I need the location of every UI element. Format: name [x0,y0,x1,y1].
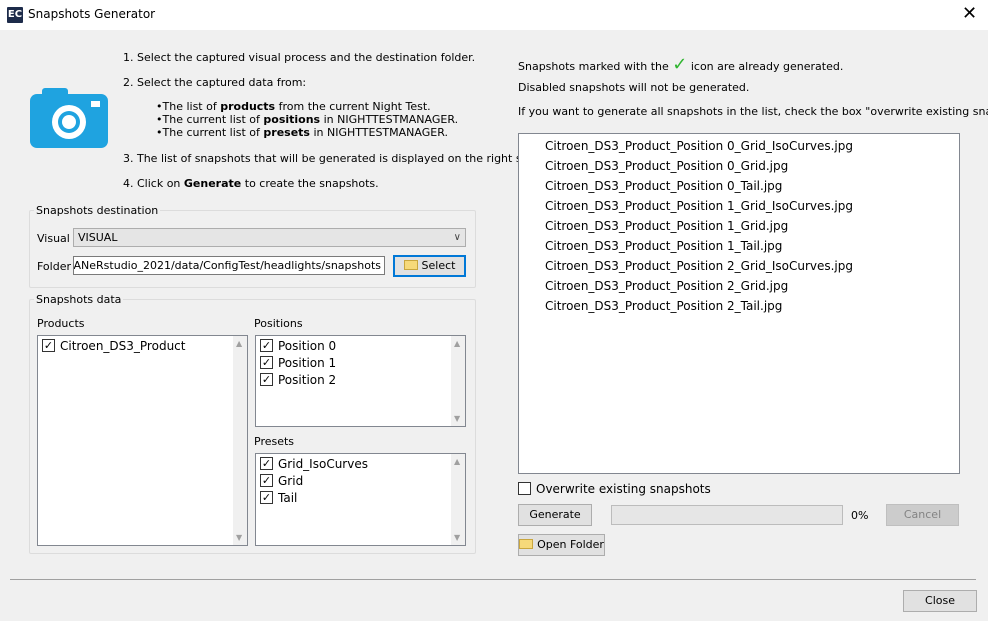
destination-group-title: Snapshots destination [34,204,161,217]
preset-item[interactable]: ✓ Grid_IsoCurves [260,457,368,474]
position-item[interactable]: ✓ Position 2 [260,373,336,390]
positions-label: Positions [254,317,303,330]
folder-icon [403,260,418,270]
bullet-positions: •The current list of positions in NIGHTT… [156,113,459,126]
select-folder-button[interactable]: Select [393,255,466,277]
visual-label: Visual [37,232,70,245]
overwrite-checkbox-row[interactable]: Overwrite existing snapshots [518,482,711,499]
snapshots-list[interactable]: Citroen_DS3_Product_Position 0_Grid_IsoC… [518,133,960,474]
position-item[interactable]: ✓ Position 1 [260,356,336,373]
title-bar: EC Snapshots Generator ✕ [0,0,988,30]
camera-icon [30,88,108,148]
cancel-button[interactable]: Cancel [886,504,959,526]
progress-bar [611,505,843,525]
presets-label: Presets [254,435,295,448]
overwrite-checkbox[interactable] [518,482,531,495]
instruction-step1: 1. Select the captured visual process an… [123,51,476,64]
preset-item[interactable]: ✓ Tail [260,491,297,508]
checkbox-checked[interactable]: ✓ [260,373,273,386]
chevron-down-icon: ∨ [453,232,461,243]
info-overwrite: If you want to generate all snapshots in… [518,105,988,118]
checkmark-icon: ✓ [672,54,688,75]
folder-icon [519,539,534,549]
generate-button[interactable]: Generate [518,504,592,526]
bullet-presets: •The current list of presets in NIGHTTES… [156,126,448,139]
progress-percent: 0% [851,509,869,522]
checkbox-checked[interactable]: ✓ [260,491,273,504]
close-button[interactable]: Close [903,590,977,612]
visual-select-value: VISUAL [78,231,118,244]
snapshot-item[interactable]: Citroen_DS3_Product_Position 2_Grid_IsoC… [545,259,853,273]
checkbox-checked[interactable]: ✓ [260,356,273,369]
footer-separator [10,579,976,580]
snapshot-item[interactable]: Citroen_DS3_Product_Position 2_Grid.jpg [545,279,788,293]
checkbox-checked[interactable]: ✓ [260,339,273,352]
products-list[interactable]: ✓ Citroen_DS3_Product ▲ ▼ [37,335,248,546]
positions-scrollbar[interactable]: ▲ ▼ [451,336,465,426]
snapshot-item[interactable]: Citroen_DS3_Product_Position 0_Grid_IsoC… [545,139,853,153]
position-item[interactable]: ✓ Position 0 [260,339,336,356]
instruction-step3: 3. The list of snapshots that will be ge… [123,152,542,165]
scroll-up-icon[interactable]: ▲ [454,339,460,348]
checkbox-checked[interactable]: ✓ [42,339,55,352]
instruction-step4: 4. Click on Generate to create the snaps… [123,177,379,190]
bullet-products: •The list of products from the current N… [156,100,431,113]
product-item[interactable]: ✓ Citroen_DS3_Product [42,339,185,356]
folder-path-input[interactable]: ion/SCANeRstudio_2021/data/ConfigTest/he… [73,256,385,275]
snapshot-item[interactable]: Citroen_DS3_Product_Position 1_Grid_IsoC… [545,199,853,213]
folder-label: Folder [37,260,71,273]
data-group-title: Snapshots data [34,293,124,306]
preset-item[interactable]: ✓ Grid [260,474,303,491]
info-disabled: Disabled snapshots will not be generated… [518,81,750,94]
app-icon: EC [7,7,23,23]
snapshot-item[interactable]: Citroen_DS3_Product_Position 0_Grid.jpg [545,159,788,173]
scroll-up-icon[interactable]: ▲ [454,457,460,466]
visual-select[interactable]: VISUAL ∨ [73,228,466,247]
products-scrollbar[interactable]: ▲ ▼ [233,336,247,545]
scroll-down-icon[interactable]: ▼ [236,533,242,542]
window-title: Snapshots Generator [28,7,156,21]
close-window-icon[interactable]: ✕ [962,3,977,24]
open-folder-button[interactable]: Open Folder [518,534,605,556]
positions-list[interactable]: ✓ Position 0 ✓ Position 1 ✓ Position 2 ▲ ▼ [255,335,466,427]
checkbox-checked[interactable]: ✓ [260,474,273,487]
scroll-down-icon[interactable]: ▼ [454,533,460,542]
info-generated: Snapshots marked with the ✓ icon are alr… [518,54,844,75]
instruction-step2: 2. Select the captured data from: [123,76,307,89]
checkbox-checked[interactable]: ✓ [260,457,273,470]
snapshot-item[interactable]: Citroen_DS3_Product_Position 2_Tail.jpg [545,299,782,313]
presets-scrollbar[interactable]: ▲ ▼ [451,454,465,545]
scroll-down-icon[interactable]: ▼ [454,414,460,423]
snapshot-item[interactable]: Citroen_DS3_Product_Position 0_Tail.jpg [545,179,782,193]
products-label: Products [37,317,85,330]
presets-list[interactable]: ✓ Grid_IsoCurves ✓ Grid ✓ Tail ▲ ▼ [255,453,466,546]
snapshot-item[interactable]: Citroen_DS3_Product_Position 1_Grid.jpg [545,219,788,233]
snapshot-item[interactable]: Citroen_DS3_Product_Position 1_Tail.jpg [545,239,782,253]
scroll-up-icon[interactable]: ▲ [236,339,242,348]
